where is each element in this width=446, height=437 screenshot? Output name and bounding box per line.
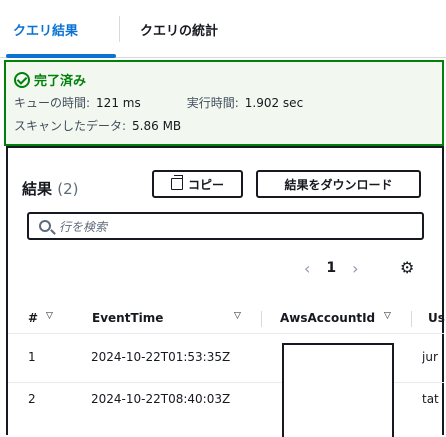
copy-button[interactable]: コピー [152,170,243,198]
pagination: ‹ 1 › [304,258,359,278]
row-1-index: 1 [28,350,36,364]
queue-time-value: 121 ms [96,95,141,110]
tab-divider [119,16,120,42]
chevron-left-icon[interactable]: ‹ [304,259,310,278]
tab-query-results[interactable]: クエリ結果 [13,20,78,39]
status-title-row: 完了済み [14,70,86,89]
tab-bar: クエリ結果 クエリの統計 [0,0,446,58]
column-divider[interactable] [411,311,412,327]
search-icon [39,220,51,232]
column-header-awsaccountid[interactable]: AwsAccountId [280,311,375,325]
tab-query-stats[interactable]: クエリの統計 [140,20,218,39]
data-scanned-value: 5.86 MB [132,118,182,133]
results-heading: 結果 (2) [22,178,79,199]
results-count: (2) [57,180,79,198]
sort-caret-icon[interactable]: ▽ [46,311,53,321]
run-time-label: 実行時間: [186,96,239,110]
column-header-index[interactable]: # [28,311,38,325]
status-title: 完了済み [34,74,87,89]
download-results-button[interactable]: 結果をダウンロード [256,170,421,198]
column-divider[interactable] [261,311,262,327]
redacted-account-ids [282,343,394,437]
download-button-label: 結果をダウンロード [284,177,393,192]
gear-icon[interactable]: ⚙ [400,258,414,277]
row-divider [8,333,444,334]
search-placeholder: 行を検索 [59,219,108,234]
sort-caret-icon[interactable]: ▽ [384,311,391,321]
row-1-eventtime: 2024-10-22T01:53:35Z [91,350,231,364]
success-check-icon [14,71,30,88]
queue-time-label: キューの時間: [14,96,91,110]
current-page-number[interactable]: 1 [326,260,336,276]
data-scanned-row: スキャンしたデータ: 5.86 MB [14,117,181,134]
copy-icon [170,175,183,190]
row-2-index: 2 [28,392,36,406]
copy-button-label: コピー [187,177,224,192]
row-2-eventtime: 2024-10-22T08:40:03Z [91,392,231,406]
row-2-user: tat [422,392,439,406]
chevron-right-icon[interactable]: › [352,259,358,278]
table-header: # ▽ EventTime ▽ AwsAccountId ▽ Us [8,305,445,333]
results-title: 結果 [22,180,53,198]
active-tab-indicator [6,54,116,58]
run-time-value: 1.902 sec [244,95,304,110]
query-status-panel: 完了済み キューの時間: 121 ms 実行時間: 1.902 sec スキャン… [4,60,444,146]
data-scanned-label: スキャンしたデータ: [14,119,127,133]
row-search-input[interactable]: 行を検索 [27,212,424,240]
sort-caret-icon[interactable]: ▽ [234,311,241,321]
column-header-user[interactable]: Us [428,311,445,325]
timing-metrics-row: キューの時間: 121 ms 実行時間: 1.902 sec [14,94,303,111]
column-header-eventtime[interactable]: EventTime [92,311,163,325]
row-1-user: jur [422,350,438,364]
